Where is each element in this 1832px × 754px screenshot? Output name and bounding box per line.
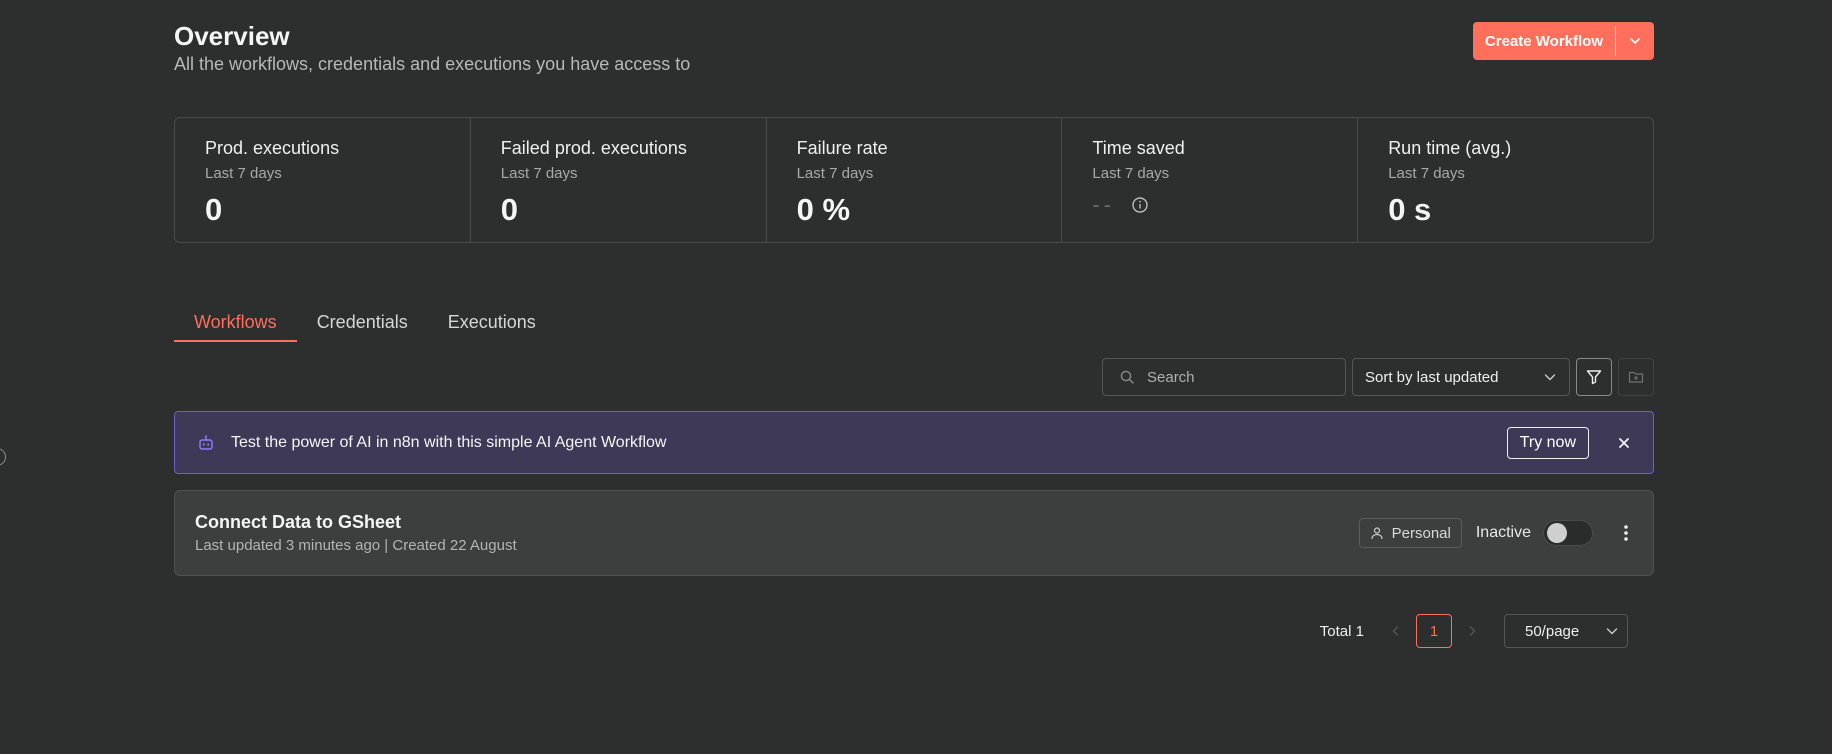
workflow-name[interactable]: Connect Data to GSheet — [195, 512, 1359, 533]
stat-value: 0 — [500, 192, 519, 227]
workflow-status: Inactive — [1475, 524, 1531, 541]
stat-value: -- — [1092, 192, 1116, 217]
toggle-knob — [1547, 523, 1567, 543]
tab-workflows[interactable]: Workflows — [174, 308, 297, 342]
page: Overview All the workflows, credentials … — [0, 0, 1832, 754]
page-size-value: 50/page — [1525, 622, 1580, 640]
tab-executions[interactable]: Executions — [428, 308, 556, 342]
stat-label: Failed prod. executions — [500, 138, 687, 158]
split-divider — [1615, 26, 1616, 56]
stat-time-saved[interactable]: Time saved Last 7 days -- — [1062, 118, 1359, 242]
page-subtitle: All the workflows, credentials and execu… — [174, 54, 691, 74]
page-title: Overview — [174, 21, 290, 51]
chevron-left-icon — [1392, 626, 1399, 636]
tab-credentials[interactable]: Credentials — [297, 308, 428, 342]
user-icon — [1371, 527, 1383, 540]
workflow-info: Connect Data to GSheet Last updated 3 mi… — [195, 512, 1359, 554]
list-toolbar: Sort by last updated — [1102, 358, 1654, 396]
stat-label: Failure rate — [796, 138, 888, 158]
filter-button[interactable] — [1576, 358, 1612, 396]
chevron-down-icon — [1544, 374, 1556, 381]
search-input[interactable] — [1147, 368, 1327, 386]
banner-text: Test the power of AI in n8n with this si… — [231, 433, 667, 451]
stat-label: Time saved — [1092, 138, 1185, 158]
pagination: Total 1 1 50/page — [1320, 613, 1628, 649]
stat-failure-rate[interactable]: Failure rate Last 7 days 0 % — [767, 118, 1063, 242]
stat-period: Last 7 days — [500, 165, 578, 182]
search-icon — [1120, 370, 1134, 384]
stat-value: 0 % — [796, 192, 851, 227]
owner-label: Personal — [1391, 524, 1451, 542]
stat-period: Last 7 days — [1092, 165, 1170, 182]
robot-icon — [199, 434, 213, 450]
page-button[interactable]: 1 — [1416, 614, 1452, 648]
insights-summary: Prod. executions Last 7 days 0 Failed pr… — [174, 117, 1654, 243]
create-workflow-group: Create Workflow — [1472, 22, 1654, 60]
create-workflow-button[interactable]: Create Workflow — [1473, 22, 1615, 60]
page-size-select[interactable]: 50/page — [1504, 614, 1628, 648]
stat-label: Prod. executions — [205, 138, 340, 158]
chevron-down-icon — [1606, 628, 1618, 635]
chevron-down-icon — [1630, 38, 1640, 45]
stat-label: Run time (avg.) — [1388, 138, 1512, 158]
total-count: Total 1 — [1319, 622, 1364, 640]
workflow-meta: Last updated 3 minutes ago | Created 22 … — [195, 537, 517, 554]
next-page-button[interactable] — [1458, 625, 1486, 637]
folder-plus-icon — [1628, 371, 1644, 383]
stat-failed-executions[interactable]: Failed prod. executions Last 7 days 0 — [471, 118, 767, 242]
filter-icon — [1586, 370, 1602, 385]
try-now-button[interactable]: Try now — [1506, 426, 1589, 459]
stat-value: 0 — [205, 192, 223, 227]
stat-period: Last 7 days — [1388, 165, 1465, 182]
page-header: Overview All the workflows, credentials … — [174, 20, 1654, 80]
workflow-active-toggle[interactable] — [1543, 520, 1593, 546]
more-vertical-icon — [1624, 525, 1628, 541]
prev-page-button[interactable] — [1382, 625, 1410, 637]
sort-value: Sort by last updated — [1365, 368, 1499, 386]
chevron-right-icon — [1469, 626, 1476, 636]
stat-run-time[interactable]: Run time (avg.) Last 7 days 0 s — [1358, 118, 1653, 242]
stat-period: Last 7 days — [796, 165, 874, 182]
ai-agent-banner: Test the power of AI in n8n with this si… — [174, 411, 1654, 474]
create-options-button[interactable] — [1616, 22, 1654, 60]
add-folder-button[interactable] — [1618, 358, 1654, 396]
owner-badge: Personal — [1358, 518, 1462, 548]
resource-tabs: Workflows Credentials Executions — [174, 308, 556, 342]
stat-value-row: -- — [1092, 192, 1327, 218]
banner-close-button[interactable] — [1617, 436, 1631, 450]
stat-period: Last 7 days — [205, 165, 282, 182]
stat-value: 0 s — [1388, 192, 1432, 227]
close-icon — [1619, 437, 1629, 448]
workflow-card[interactable]: Connect Data to GSheet Last updated 3 mi… — [174, 490, 1654, 576]
search-field[interactable] — [1102, 358, 1346, 396]
sort-select[interactable]: Sort by last updated — [1352, 358, 1570, 396]
collapsed-sidebar-handle[interactable] — [0, 448, 6, 466]
stat-prod-executions[interactable]: Prod. executions Last 7 days 0 — [175, 118, 471, 242]
info-icon[interactable] — [1131, 196, 1149, 214]
workflow-actions-button[interactable] — [1619, 520, 1633, 546]
